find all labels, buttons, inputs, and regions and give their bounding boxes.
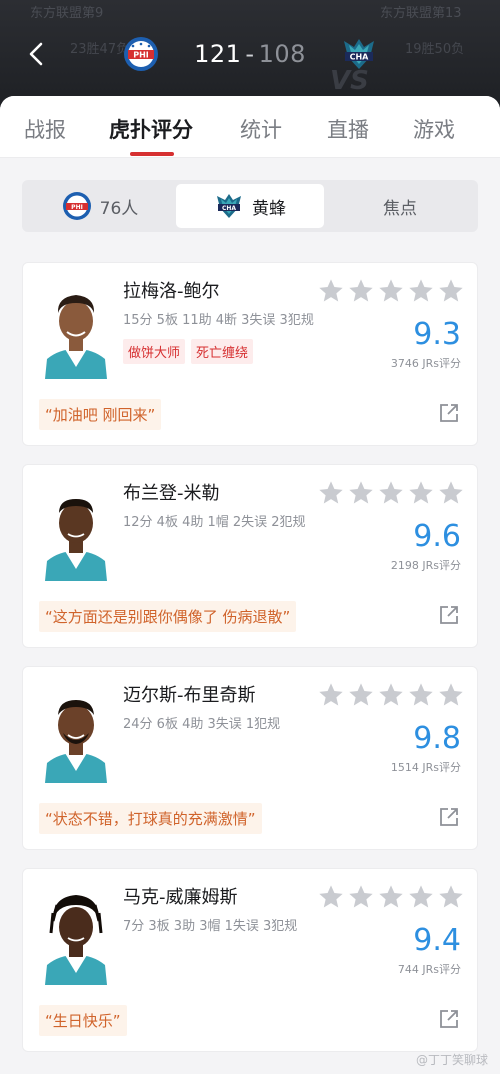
rating-stars[interactable]: [317, 883, 465, 911]
top-comment[interactable]: “生日快乐”: [39, 1005, 127, 1036]
player-name: 布兰登-米勒: [123, 483, 220, 504]
player-avatar: [39, 883, 113, 985]
star-icon[interactable]: [317, 479, 345, 507]
76ers-logo-text: PHI: [71, 204, 83, 211]
star-icon[interactable]: [317, 681, 345, 709]
player-card[interactable]: 马克-威廉姆斯 7分 3板 3助 3帽 1失误 3犯规 9.4 744 JRs评…: [22, 868, 478, 1052]
star-icon[interactable]: [377, 883, 405, 911]
home-team-logo[interactable]: PHI: [122, 35, 160, 73]
star-icon[interactable]: [437, 681, 465, 709]
player-tag[interactable]: 做饼大师: [123, 339, 186, 364]
share-icon[interactable]: [439, 1009, 459, 1029]
top-comment[interactable]: “这方面还是别跟你偶像了 伤病退散”: [39, 601, 297, 632]
player-stats: 24分 6板 4助 3失误 1犯规: [123, 717, 281, 732]
away-logo-text: CHA: [350, 53, 370, 62]
star-icon[interactable]: [377, 277, 405, 305]
top-comment[interactable]: “状态不错，打球真的充满激情”: [39, 803, 262, 834]
player-stats: 15分 5板 11助 4断 3失误 3犯规: [123, 313, 314, 328]
back-button[interactable]: [22, 38, 50, 70]
tab-hupu-rating[interactable]: 虎扑评分: [109, 114, 193, 144]
star-icon[interactable]: [317, 277, 345, 305]
home-record-ghost: 23胜47负: [70, 42, 130, 57]
player-stats: 7分 3板 3助 3帽 1失误 3犯规: [123, 919, 298, 934]
segment-focus-label: 焦点: [383, 198, 417, 219]
tab-games[interactable]: 游戏: [413, 114, 455, 144]
home-standing-ghost: 东方联盟第9: [30, 6, 104, 21]
player-avatar: [39, 277, 113, 379]
player-tag[interactable]: 死亡缠绕: [191, 339, 254, 364]
rating-stars[interactable]: [317, 681, 465, 709]
rating-count: 2198 JRs评分: [390, 559, 461, 572]
player-card[interactable]: 拉梅洛-鲍尔 15分 5板 11助 4断 3失误 3犯规 做饼大师 死亡缠绕 9…: [22, 262, 478, 446]
star-icon[interactable]: [437, 277, 465, 305]
player-name: 拉梅洛-鲍尔: [123, 281, 220, 302]
player-name: 迈尔斯-布里奇斯: [123, 685, 256, 706]
chevron-left-icon: [29, 42, 43, 66]
score-separator: -: [245, 40, 255, 68]
star-icon[interactable]: [347, 883, 375, 911]
star-icon[interactable]: [407, 479, 435, 507]
star-icon[interactable]: [377, 681, 405, 709]
share-icon[interactable]: [439, 403, 459, 423]
player-avatar: [39, 681, 113, 783]
away-score: 108: [258, 40, 306, 68]
player-card[interactable]: 迈尔斯-布里奇斯 24分 6板 4助 3失误 1犯规 9.8 1514 JRs评…: [22, 666, 478, 850]
player-rating: 9.6: [413, 519, 461, 554]
tab-stats[interactable]: 统计: [240, 114, 282, 144]
star-icon[interactable]: [437, 479, 465, 507]
star-icon[interactable]: [347, 277, 375, 305]
player-tags: 做饼大师 死亡缠绕: [123, 339, 254, 364]
player-rating: 9.3: [413, 317, 461, 352]
player-rating: 9.4: [413, 923, 461, 958]
away-standing-ghost: 东方联盟第13: [380, 6, 462, 21]
tab-bar: 战报 虎扑评分 统计 直播 游戏: [0, 96, 500, 158]
rating-count: 744 JRs评分: [397, 963, 461, 976]
star-icon[interactable]: [407, 883, 435, 911]
segment-hornets-label: 黄蜂: [252, 198, 286, 219]
rating-stars[interactable]: [317, 277, 465, 305]
segment-hornets[interactable]: CHA 黄蜂: [176, 184, 324, 228]
share-icon[interactable]: [439, 807, 459, 827]
rating-count: 3746 JRs评分: [390, 357, 461, 370]
player-name: 马克-威廉姆斯: [123, 887, 238, 908]
away-team-logo[interactable]: CHA: [340, 35, 378, 73]
rating-stars[interactable]: [317, 479, 465, 507]
star-icon[interactable]: [407, 681, 435, 709]
home-score: 121: [194, 40, 242, 68]
top-comment[interactable]: “加油吧 刚回来”: [39, 399, 162, 430]
hornets-logo-text: CHA: [222, 205, 236, 212]
tab-live[interactable]: 直播: [327, 114, 369, 144]
home-logo-text: PHI: [133, 51, 149, 60]
star-icon[interactable]: [437, 883, 465, 911]
team-segment-control: PHI 76人 CHA 黄蜂 焦点: [22, 180, 478, 232]
player-avatar: [39, 479, 113, 581]
rating-count: 1514 JRs评分: [390, 761, 461, 774]
watermark: @丁丁笑聊球: [415, 1053, 488, 1067]
segment-76ers-label: 76人: [99, 198, 139, 219]
player-stats: 12分 4板 4助 1帽 2失误 2犯规: [123, 515, 306, 530]
76ers-logo-icon: PHI: [62, 192, 91, 220]
away-record-ghost: 19胜50负: [405, 42, 465, 57]
player-card[interactable]: 布兰登-米勒 12分 4板 4助 1帽 2失误 2犯规 9.6 2198 JRs…: [22, 464, 478, 648]
content-sheet: 战报 虎扑评分 统计 直播 游戏 PHI 76人 CHA 黄蜂 焦点 拉梅洛-鲍…: [0, 96, 500, 1074]
scoreboard: 121-108: [190, 40, 310, 68]
active-tab-indicator: [130, 152, 174, 156]
segment-76ers[interactable]: PHI 76人: [26, 184, 174, 228]
player-rating: 9.8: [413, 721, 461, 756]
tab-report[interactable]: 战报: [24, 114, 66, 144]
segment-focus[interactable]: 焦点: [326, 184, 474, 228]
share-icon[interactable]: [439, 605, 459, 625]
star-icon[interactable]: [377, 479, 405, 507]
star-icon[interactable]: [317, 883, 345, 911]
game-header: 东方联盟第9 东方联盟第13 23胜47负 19胜50负 VS PHI 121-…: [0, 0, 500, 110]
star-icon[interactable]: [407, 277, 435, 305]
hornets-logo-icon: CHA: [217, 194, 241, 218]
star-icon[interactable]: [347, 681, 375, 709]
star-icon[interactable]: [347, 479, 375, 507]
